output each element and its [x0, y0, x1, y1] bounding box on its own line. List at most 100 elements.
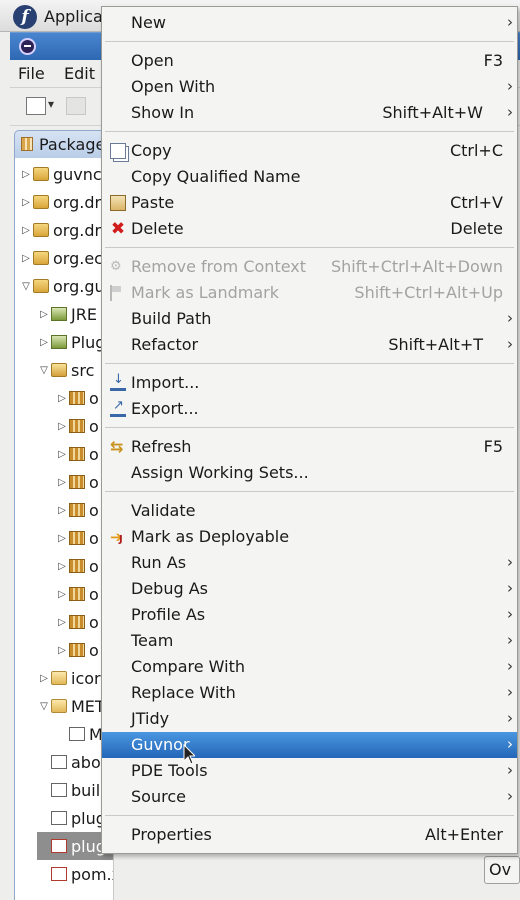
menu-separator: [105, 131, 514, 132]
tree-row[interactable]: ▷ o: [55, 524, 99, 552]
fedora-logo-icon[interactable]: f: [13, 5, 37, 29]
menu-item-refactor[interactable]: Refactor Shift+Alt+T ›: [102, 332, 517, 358]
menu-item-import[interactable]: Import...: [102, 370, 517, 396]
menu-item-shortcut: Shift+Ctrl+Alt+Down: [330, 257, 503, 276]
tree-row[interactable]: ▷ o: [55, 468, 99, 496]
menu-item-paste[interactable]: Paste Ctrl+V: [102, 190, 517, 216]
tree-row[interactable]: ▷ o: [55, 384, 99, 412]
copy-icon: [110, 143, 126, 159]
tree-row[interactable]: ▷ org.dr: [19, 216, 101, 244]
menu-item-delete[interactable]: ✖ Delete Delete: [102, 216, 517, 242]
menu-item-label: Guvnor: [131, 735, 190, 754]
source-folder-icon: [51, 363, 67, 377]
menu-item-refresh[interactable]: ⇆ Refresh F5: [102, 434, 517, 460]
expand-icon[interactable]: ▷: [19, 169, 33, 180]
save-icon[interactable]: [66, 97, 86, 115]
expand-icon[interactable]: ▷: [55, 477, 69, 488]
collapse-icon[interactable]: ▽: [37, 701, 51, 712]
tab-label: Package: [39, 135, 106, 154]
expand-icon[interactable]: ▷: [37, 309, 51, 320]
tree-row[interactable]: abo: [37, 748, 101, 776]
menu-item-open-with[interactable]: Open With ›: [102, 74, 517, 100]
tree-row[interactable]: M: [55, 720, 103, 748]
menu-item-guvnor[interactable]: Guvnor ›: [102, 732, 517, 758]
side-button[interactable]: Ov: [484, 856, 520, 884]
menu-item-run-as[interactable]: Run As ›: [102, 550, 517, 576]
tree-row[interactable]: ▷ icor: [37, 664, 101, 692]
menu-item-build-path[interactable]: Build Path ›: [102, 306, 517, 332]
tree-row[interactable]: ▷ o: [55, 440, 99, 468]
expand-icon[interactable]: ▷: [37, 337, 51, 348]
menu-item-open[interactable]: Open F3: [102, 48, 517, 74]
expand-icon[interactable]: ▷: [37, 673, 51, 684]
expand-icon[interactable]: ▷: [19, 197, 33, 208]
tree-row[interactable]: ▷ o: [55, 580, 99, 608]
collapse-icon[interactable]: ▽: [19, 281, 33, 292]
menu-item-show-in[interactable]: Show In Shift+Alt+W ›: [102, 100, 517, 126]
xml-file-icon: [51, 839, 67, 853]
expand-icon[interactable]: ▷: [55, 505, 69, 516]
submenu-arrow-icon: ›: [507, 735, 513, 753]
tree-row[interactable]: ▷ Plug: [37, 328, 105, 356]
tree-row[interactable]: plug: [37, 804, 106, 832]
tree-row[interactable]: ▷ o: [55, 552, 99, 580]
menu-item-jtidy[interactable]: JTidy ›: [102, 706, 517, 732]
expand-icon[interactable]: ▷: [55, 645, 69, 656]
menu-edit[interactable]: Edit: [64, 64, 95, 83]
menu-item-properties[interactable]: Properties Alt+Enter: [102, 822, 517, 848]
menu-item-new[interactable]: New ›: [102, 10, 517, 36]
menu-item-copy-qualified-name[interactable]: Copy Qualified Name: [102, 164, 517, 190]
menu-item-copy[interactable]: Copy Ctrl+C: [102, 138, 517, 164]
menu-item-profile-as[interactable]: Profile As ›: [102, 602, 517, 628]
tree-row-label: icor: [71, 668, 101, 688]
expand-icon[interactable]: ▷: [55, 589, 69, 600]
expand-icon[interactable]: ▷: [19, 253, 33, 264]
expand-icon[interactable]: ▷: [55, 561, 69, 572]
menu-item-replace-with[interactable]: Replace With ›: [102, 680, 517, 706]
tree-row[interactable]: ▷ o: [55, 608, 99, 636]
applications-menu[interactable]: Applica: [44, 7, 103, 26]
tree-row[interactable]: ▷ o: [55, 636, 99, 664]
tree-row-label: org.dr: [53, 192, 102, 212]
menu-item-label: Copy: [131, 141, 172, 160]
menu-item-source[interactable]: Source ›: [102, 784, 517, 810]
tab-package-explorer[interactable]: Package: [14, 130, 114, 158]
tree-row[interactable]: ▽ src: [37, 356, 94, 384]
tree-row[interactable]: ▷ JRE: [37, 300, 97, 328]
tree-row[interactable]: ▽ org.gu: [19, 272, 104, 300]
deployable-icon: ➔: [110, 529, 126, 548]
tree-row[interactable]: buil: [37, 776, 100, 804]
menu-item-pde-tools[interactable]: PDE Tools ›: [102, 758, 517, 784]
project-icon: [33, 195, 49, 209]
tree-row[interactable]: ▷ org.dr: [19, 188, 101, 216]
tree-row-label: o: [89, 612, 99, 632]
menu-item-assign-working-sets[interactable]: Assign Working Sets...: [102, 460, 517, 486]
tree-row[interactable]: ▷ guvnc: [19, 160, 102, 188]
tree-row[interactable]: ▷ org.ec: [19, 244, 103, 272]
import-icon: [110, 372, 126, 391]
tree-row-label: o: [89, 388, 99, 408]
collapse-icon[interactable]: ▽: [37, 365, 51, 376]
new-wizard-icon[interactable]: [26, 97, 54, 115]
menu-item-export[interactable]: Export...: [102, 396, 517, 422]
expand-icon[interactable]: ▷: [55, 421, 69, 432]
menu-item-debug-as[interactable]: Debug As ›: [102, 576, 517, 602]
menu-item-team[interactable]: Team ›: [102, 628, 517, 654]
expand-icon[interactable]: ▷: [55, 533, 69, 544]
tree-row[interactable]: ▷ o: [55, 412, 99, 440]
menu-item-label: Run As: [131, 553, 187, 572]
tree-row[interactable]: ▽ MET: [37, 692, 105, 720]
tree-row[interactable]: pom.xml: [37, 860, 113, 888]
expand-icon[interactable]: ▷: [55, 393, 69, 404]
expand-icon[interactable]: ▷: [19, 225, 33, 236]
menu-item-remove-from-context: ⚙ Remove from Context Shift+Ctrl+Alt+Down: [102, 254, 517, 280]
menu-item-mark-as-deployable[interactable]: ➔ Mark as Deployable: [102, 524, 517, 550]
submenu-arrow-icon: ›: [507, 709, 513, 727]
expand-icon[interactable]: ▷: [55, 449, 69, 460]
menu-item-validate[interactable]: Validate: [102, 498, 517, 524]
menu-file[interactable]: File: [18, 64, 45, 83]
menu-item-compare-with[interactable]: Compare With ›: [102, 654, 517, 680]
expand-icon[interactable]: ▷: [55, 617, 69, 628]
html-file-icon: [51, 755, 67, 769]
tree-row[interactable]: ▷ o: [55, 496, 99, 524]
